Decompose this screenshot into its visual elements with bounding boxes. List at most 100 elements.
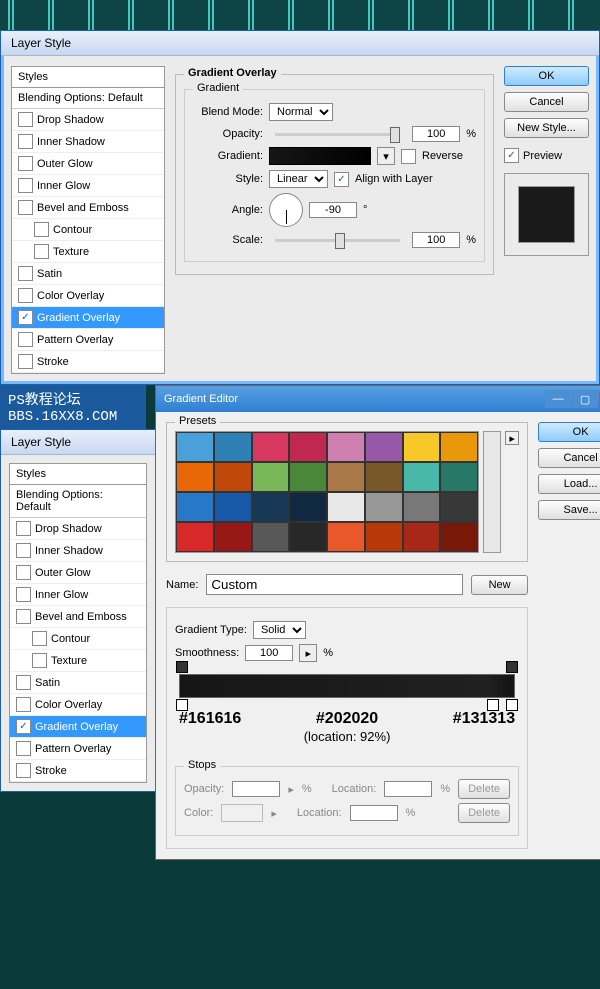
new-button[interactable]: New (471, 575, 528, 595)
gradient-bar[interactable] (179, 674, 515, 698)
style-checkbox[interactable] (18, 178, 33, 193)
preset-swatch[interactable] (289, 462, 327, 492)
preset-swatch[interactable] (440, 462, 478, 492)
save-button[interactable]: Save... (538, 500, 600, 520)
preset-swatch[interactable] (214, 492, 252, 522)
style-select[interactable]: Linear (269, 170, 328, 188)
style-item-inner-glow[interactable]: Inner Glow (12, 175, 164, 197)
ok-button[interactable]: OK (538, 422, 600, 442)
smoothness-stepper-icon[interactable]: ▸ (299, 644, 317, 662)
preset-swatch[interactable] (176, 522, 214, 552)
preset-swatch[interactable] (252, 462, 290, 492)
name-input[interactable] (206, 574, 463, 595)
preset-swatch[interactable] (327, 462, 365, 492)
style-item-pattern-overlay[interactable]: Pattern Overlay (12, 329, 164, 351)
style-checkbox[interactable] (18, 200, 33, 215)
style-checkbox[interactable] (18, 266, 33, 281)
style-checkbox[interactable] (16, 565, 31, 580)
preset-swatch[interactable] (403, 492, 441, 522)
style-item-gradient-overlay[interactable]: ✓Gradient Overlay (12, 307, 164, 329)
style-item-contour[interactable]: Contour (12, 219, 164, 241)
style-item-texture[interactable]: Texture (12, 241, 164, 263)
cancel-button[interactable]: Cancel (538, 448, 600, 468)
style-item-inner-shadow[interactable]: Inner Shadow (10, 540, 146, 562)
style-item-outer-glow[interactable]: Outer Glow (12, 153, 164, 175)
preset-swatch[interactable] (289, 432, 327, 462)
preset-scrollbar[interactable] (483, 431, 501, 553)
style-item-bevel-and-emboss[interactable]: Bevel and Emboss (12, 197, 164, 219)
style-item-gradient-overlay[interactable]: ✓Gradient Overlay (10, 716, 146, 738)
style-item-satin[interactable]: Satin (12, 263, 164, 285)
preset-swatch[interactable] (365, 432, 403, 462)
preset-swatch[interactable] (403, 462, 441, 492)
preset-swatch[interactable] (176, 492, 214, 522)
align-checkbox[interactable]: ✓ (334, 172, 349, 187)
style-item-color-overlay[interactable]: Color Overlay (12, 285, 164, 307)
preset-swatch[interactable] (214, 432, 252, 462)
preset-swatch[interactable] (176, 432, 214, 462)
style-item-pattern-overlay[interactable]: Pattern Overlay (10, 738, 146, 760)
preset-swatch[interactable] (365, 462, 403, 492)
preset-swatch[interactable] (403, 432, 441, 462)
preset-swatch[interactable] (214, 462, 252, 492)
style-checkbox[interactable] (32, 653, 47, 668)
blending-options[interactable]: Blending Options: Default (10, 485, 146, 518)
style-item-outer-glow[interactable]: Outer Glow (10, 562, 146, 584)
preset-swatch[interactable] (289, 522, 327, 552)
style-checkbox[interactable] (16, 675, 31, 690)
gradient-type-select[interactable]: Solid (253, 621, 306, 639)
smoothness-input[interactable] (245, 645, 293, 661)
style-checkbox[interactable] (34, 244, 49, 259)
style-checkbox[interactable] (16, 697, 31, 712)
preset-grid[interactable] (175, 431, 479, 553)
opacity-input[interactable] (412, 126, 460, 142)
style-checkbox[interactable] (16, 543, 31, 558)
preset-swatch[interactable] (176, 462, 214, 492)
style-checkbox[interactable]: ✓ (16, 719, 31, 734)
blend-mode-select[interactable]: Normal (269, 103, 333, 121)
style-item-satin[interactable]: Satin (10, 672, 146, 694)
preset-swatch[interactable] (327, 522, 365, 552)
style-checkbox[interactable] (18, 156, 33, 171)
style-item-color-overlay[interactable]: Color Overlay (10, 694, 146, 716)
load-button[interactable]: Load... (538, 474, 600, 494)
style-item-stroke[interactable]: Stroke (10, 760, 146, 782)
style-item-inner-shadow[interactable]: Inner Shadow (12, 131, 164, 153)
maximize-icon[interactable]: ▢ (572, 390, 598, 408)
style-item-contour[interactable]: Contour (10, 628, 146, 650)
preset-swatch[interactable] (440, 522, 478, 552)
new-style-button[interactable]: New Style... (504, 118, 589, 138)
style-checkbox[interactable] (34, 222, 49, 237)
styles-header[interactable]: Styles (10, 464, 146, 485)
style-checkbox[interactable] (16, 521, 31, 536)
gradient-dropdown-icon[interactable]: ▾ (377, 147, 395, 165)
opacity-stop-left[interactable] (176, 661, 188, 673)
minimize-icon[interactable]: — (545, 390, 571, 408)
scale-slider[interactable] (275, 239, 400, 242)
preset-swatch[interactable] (403, 522, 441, 552)
style-item-drop-shadow[interactable]: Drop Shadow (12, 109, 164, 131)
ok-button[interactable]: OK (504, 66, 589, 86)
preset-menu-icon[interactable]: ▸ (505, 431, 519, 445)
style-checkbox[interactable] (18, 134, 33, 149)
style-checkbox[interactable] (16, 763, 31, 778)
preset-swatch[interactable] (252, 492, 290, 522)
preset-swatch[interactable] (327, 492, 365, 522)
style-checkbox[interactable] (32, 631, 47, 646)
preset-swatch[interactable] (252, 522, 290, 552)
angle-input[interactable] (309, 202, 357, 218)
gradient-preview[interactable] (269, 147, 371, 165)
preset-swatch[interactable] (440, 432, 478, 462)
styles-header[interactable]: Styles (12, 67, 164, 88)
preset-swatch[interactable] (440, 492, 478, 522)
style-checkbox[interactable] (18, 288, 33, 303)
preset-swatch[interactable] (214, 522, 252, 552)
style-checkbox[interactable] (16, 741, 31, 756)
style-checkbox[interactable]: ✓ (18, 310, 33, 325)
style-checkbox[interactable] (18, 332, 33, 347)
style-item-stroke[interactable]: Stroke (12, 351, 164, 373)
opacity-slider[interactable] (275, 133, 400, 136)
preview-checkbox[interactable]: ✓ (504, 148, 519, 163)
opacity-stop-right[interactable] (506, 661, 518, 673)
angle-wheel[interactable] (269, 193, 303, 227)
